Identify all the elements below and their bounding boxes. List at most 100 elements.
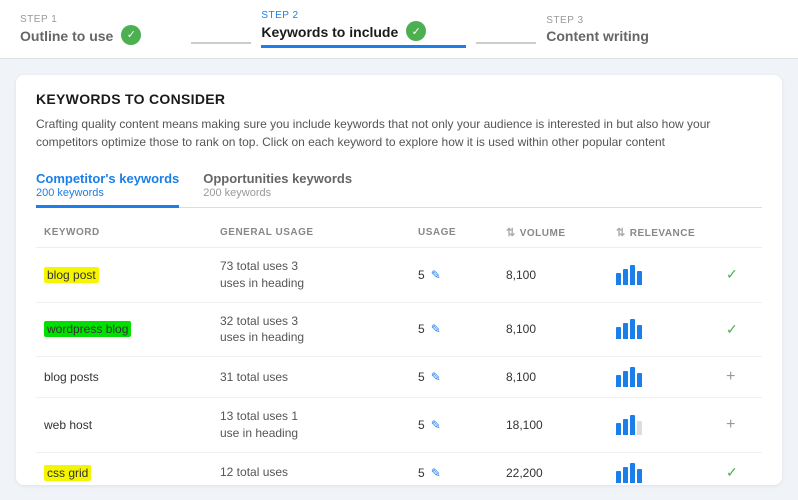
relevance-cell xyxy=(608,302,718,357)
bar-segment xyxy=(616,471,621,483)
usage-number: 5 xyxy=(418,322,425,336)
tab-competitors-label: Competitor's keywords xyxy=(36,171,179,186)
check-action-icon[interactable]: ✓ xyxy=(726,266,738,282)
bar-segment xyxy=(630,265,635,285)
general-usage-cell: 73 total uses 3uses in heading xyxy=(212,248,410,303)
bar-segment xyxy=(637,271,642,285)
table-row[interactable]: blog post 73 total uses 3uses in heading5… xyxy=(36,248,762,303)
edit-icon[interactable]: ✎ xyxy=(431,418,441,432)
action-cell[interactable]: ✓ xyxy=(718,248,762,303)
keyword-text: web host xyxy=(44,418,92,432)
keyword-text: blog post xyxy=(44,267,99,283)
keyword-cell[interactable]: wordpress blog xyxy=(36,302,212,357)
volume-cell: 8,100 xyxy=(498,357,608,398)
keyword-cell[interactable]: blog post xyxy=(36,248,212,303)
step-1-label: Outline to use xyxy=(20,28,113,44)
table-header-row: KEYWORD GENERAL USAGE USAGE ⇅VOLUME ⇅REL… xyxy=(36,218,762,248)
action-cell[interactable]: + xyxy=(718,357,762,398)
bar-segment xyxy=(623,419,628,435)
relevance-bar-chart xyxy=(616,265,710,285)
usage-cell: 5✎ xyxy=(410,452,498,485)
bar-segment xyxy=(630,319,635,339)
step-2-check: ✓ xyxy=(406,21,426,41)
action-cell[interactable]: ✓ xyxy=(718,452,762,485)
tab-competitors-count: 200 keywords xyxy=(36,187,179,199)
step-connector-1 xyxy=(191,42,251,44)
general-usage-cell: 32 total uses 3uses in heading xyxy=(212,302,410,357)
usage-cell: 5✎ xyxy=(410,398,498,453)
stepper: STEP 1 Outline to use ✓ STEP 2 Keywords … xyxy=(0,0,798,59)
tab-opportunities[interactable]: Opportunities keywords 200 keywords xyxy=(203,165,352,208)
card-description: Crafting quality content means making su… xyxy=(36,115,762,151)
th-general-usage: GENERAL USAGE xyxy=(212,218,410,248)
volume-cell: 18,100 xyxy=(498,398,608,453)
main-card: KEYWORDS TO CONSIDER Crafting quality co… xyxy=(16,75,782,485)
step-connector-2 xyxy=(476,42,536,44)
step-2-number: STEP 2 xyxy=(261,10,426,21)
relevance-bar-chart xyxy=(616,367,710,387)
table-row[interactable]: css grid12 total uses5✎22,200✓ xyxy=(36,452,762,485)
volume-cell: 22,200 xyxy=(498,452,608,485)
action-cell[interactable]: + xyxy=(718,398,762,453)
keyword-cell[interactable]: web host xyxy=(36,398,212,453)
th-keyword: KEYWORD xyxy=(36,218,212,248)
edit-icon[interactable]: ✎ xyxy=(431,466,441,480)
bar-segment xyxy=(616,375,621,387)
usage-cell: 5✎ xyxy=(410,248,498,303)
step-3: STEP 3 Content writing xyxy=(546,15,689,44)
edit-icon[interactable]: ✎ xyxy=(431,322,441,336)
keyword-text: blog posts xyxy=(44,370,99,384)
relevance-cell xyxy=(608,357,718,398)
keyword-cell[interactable]: css grid xyxy=(36,452,212,485)
card-title: KEYWORDS TO CONSIDER xyxy=(36,91,762,107)
edit-icon[interactable]: ✎ xyxy=(431,268,441,282)
relevance-cell xyxy=(608,248,718,303)
tab-opportunities-count: 200 keywords xyxy=(203,187,352,199)
plus-action-icon[interactable]: + xyxy=(726,416,735,433)
usage-cell: 5✎ xyxy=(410,302,498,357)
tab-competitors[interactable]: Competitor's keywords 200 keywords xyxy=(36,165,179,208)
keyword-text: wordpress blog xyxy=(44,321,131,337)
bar-segment xyxy=(630,415,635,435)
bar-segment xyxy=(637,325,642,339)
keyword-cell[interactable]: blog posts xyxy=(36,357,212,398)
relevance-sort-icon: ⇅ xyxy=(616,227,626,239)
step-2: STEP 2 Keywords to include ✓ xyxy=(261,10,466,48)
table-row[interactable]: web host 13 total uses 1use in heading5✎1… xyxy=(36,398,762,453)
general-usage-cell: 12 total uses xyxy=(212,452,410,485)
step-2-label: Keywords to include xyxy=(261,24,398,40)
bar-segment xyxy=(637,373,642,387)
th-volume[interactable]: ⇅VOLUME xyxy=(498,218,608,248)
step-3-label: Content writing xyxy=(546,28,649,44)
table-row[interactable]: wordpress blog 32 total uses 3uses in hea… xyxy=(36,302,762,357)
table-row[interactable]: blog posts31 total uses5✎8,100+ xyxy=(36,357,762,398)
general-usage-cell: 13 total uses 1use in heading xyxy=(212,398,410,453)
bar-segment xyxy=(623,269,628,285)
edit-icon[interactable]: ✎ xyxy=(431,370,441,384)
th-relevance[interactable]: ⇅RELEVANCE xyxy=(608,218,718,248)
tabs-container: Competitor's keywords 200 keywords Oppor… xyxy=(36,165,762,208)
th-action xyxy=(718,218,762,248)
usage-number: 5 xyxy=(418,466,425,480)
usage-cell: 5✎ xyxy=(410,357,498,398)
plus-action-icon[interactable]: + xyxy=(726,368,735,385)
usage-number: 5 xyxy=(418,370,425,384)
tab-opportunities-label: Opportunities keywords xyxy=(203,171,352,186)
check-action-icon[interactable]: ✓ xyxy=(726,321,738,337)
bar-segment xyxy=(623,467,628,483)
action-cell[interactable]: ✓ xyxy=(718,302,762,357)
check-action-icon[interactable]: ✓ xyxy=(726,464,738,480)
relevance-cell xyxy=(608,398,718,453)
bar-segment xyxy=(637,421,642,435)
step-1-number: STEP 1 xyxy=(20,14,141,25)
keywords-table: KEYWORD GENERAL USAGE USAGE ⇅VOLUME ⇅REL… xyxy=(36,218,762,485)
step-1: STEP 1 Outline to use ✓ xyxy=(20,14,181,45)
keywords-table-wrapper[interactable]: KEYWORD GENERAL USAGE USAGE ⇅VOLUME ⇅REL… xyxy=(36,208,762,485)
bar-segment xyxy=(637,469,642,483)
th-usage: USAGE xyxy=(410,218,498,248)
relevance-bar-chart xyxy=(616,415,710,435)
keyword-text: css grid xyxy=(44,465,91,481)
bar-segment xyxy=(616,423,621,435)
bar-segment xyxy=(616,327,621,339)
relevance-bar-chart xyxy=(616,463,710,483)
